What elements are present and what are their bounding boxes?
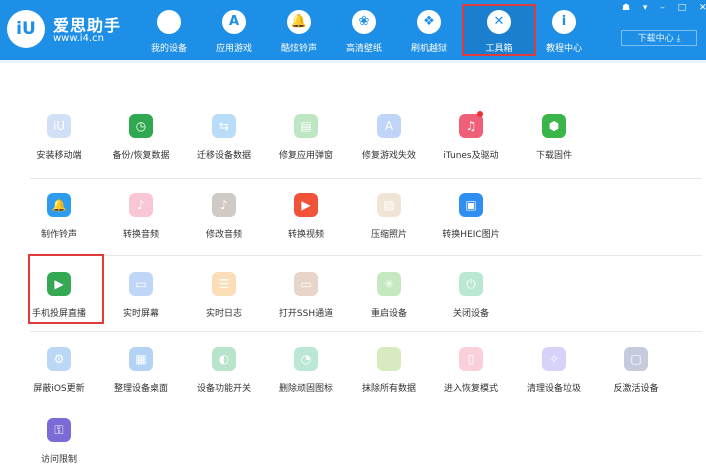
- nav-ringtones[interactable]: 🔔 酷炫铃声: [267, 0, 331, 60]
- video-convert-icon: ▶: [294, 193, 318, 217]
- tool-item[interactable]: ▯ 进入恢复模式: [426, 347, 516, 403]
- nav-apps-games[interactable]: A 应用游戏: [202, 0, 266, 60]
- app-store-icon: A: [222, 10, 246, 34]
- erase-apple-icon: [377, 347, 401, 371]
- broom-icon: ✧: [542, 347, 566, 371]
- tool-label: 转换HEIC图片: [442, 230, 500, 240]
- tool-label: 访问限制: [40, 455, 77, 465]
- realtime-screen-icon: ▭: [129, 272, 153, 296]
- nav-tutorials[interactable]: i 教程中心: [532, 0, 596, 60]
- tool-item[interactable]: ✳ 重启设备: [344, 272, 434, 328]
- tool-item[interactable]: ▣ 转换HEIC图片: [426, 193, 516, 249]
- tool-item[interactable]: ▭ 实时屏幕: [96, 272, 186, 328]
- nav-label: 教程中心: [545, 44, 582, 54]
- info-icon: i: [552, 10, 576, 34]
- tools-icon: ✕: [487, 10, 511, 34]
- selection-highlight: [28, 254, 104, 324]
- notification-dot: [477, 111, 483, 117]
- delete-icon-icon: ◔: [294, 347, 318, 371]
- tool-item[interactable]: ♫ iTunes及驱动: [426, 111, 516, 170]
- firmware-box-icon: ⬢: [542, 114, 566, 138]
- tool-item[interactable]: ☰ 实时日志: [179, 272, 269, 328]
- itunes-icon: ♫: [459, 114, 483, 138]
- tool-label: 关闭设备: [452, 309, 489, 319]
- tool-item[interactable]: ⚿ 访问限制: [14, 418, 104, 474]
- migrate-icon: ⇆: [212, 114, 236, 138]
- nav-wallpapers[interactable]: ❀ 高清壁纸: [332, 0, 396, 60]
- toggle-icon: ◐: [212, 347, 236, 371]
- flower-icon: ❀: [352, 10, 376, 34]
- block-update-icon: ⚙: [47, 347, 71, 371]
- nav-toolbox[interactable]: ✕ 工具箱: [467, 0, 531, 60]
- tool-label: 反激活设备: [613, 384, 659, 394]
- row-divider: [30, 255, 702, 256]
- subheader-strip: [0, 60, 706, 63]
- restriction-key-icon: ⚿: [47, 418, 71, 442]
- tool-item[interactable]: ♪ 转换音频: [96, 193, 186, 249]
- recovery-mode-icon: ▯: [459, 347, 483, 371]
- fix-popup-icon: ▤: [294, 114, 318, 138]
- realtime-log-icon: ☰: [212, 272, 236, 296]
- tool-item[interactable]: A 修复游戏失效: [344, 114, 434, 170]
- tool-label: 下载固件: [535, 151, 572, 161]
- nav-label: 我的设备: [150, 44, 187, 54]
- iu-app-icon: iU: [47, 114, 71, 138]
- row-divider: [30, 331, 702, 332]
- tool-item[interactable]: ◐ 设备功能开关: [179, 347, 269, 403]
- fix-game-icon: A: [377, 114, 401, 138]
- nav-label: 酷炫铃声: [280, 44, 317, 54]
- tool-item[interactable]: iU 安装移动端: [14, 114, 104, 170]
- nav-label: 刷机越狱: [410, 44, 447, 54]
- tool-item[interactable]: ◔ 删除顽固图标: [261, 347, 351, 403]
- audio-convert-icon: ♪: [129, 193, 153, 217]
- nav-label: 工具箱: [485, 44, 513, 54]
- download-center-button[interactable]: 下载中心 ⤓: [621, 30, 697, 46]
- nav-my-device[interactable]: 我的设备: [137, 0, 201, 60]
- nav-flash-jailbreak[interactable]: ❖ 刷机越狱: [397, 0, 461, 60]
- tool-item[interactable]: ▤ 修复应用弹窗: [261, 114, 351, 170]
- deactivate-icon: ▢: [624, 347, 648, 371]
- row-divider: [30, 178, 702, 179]
- tool-item[interactable]: 抹除所有数据: [344, 347, 434, 403]
- bell-icon: 🔔: [287, 10, 311, 34]
- audio-edit-icon: ♪: [212, 193, 236, 217]
- power-icon: ⏻: [459, 272, 483, 296]
- tool-item[interactable]: ▨ 压缩照片: [344, 193, 434, 249]
- bell-plus-icon: 🔔: [47, 193, 71, 217]
- dropbox-icon: ❖: [417, 10, 441, 34]
- tool-item[interactable]: ⇆ 迁移设备数据: [179, 114, 269, 170]
- apple-icon: [157, 10, 181, 34]
- backup-clock-icon: ◷: [129, 114, 153, 138]
- tool-item[interactable]: ▢ 反激活设备: [591, 347, 681, 403]
- tool-item[interactable]: ▦ 整理设备桌面: [96, 347, 186, 403]
- brand-url: www.i4.cn: [53, 33, 104, 44]
- restart-icon: ✳: [377, 272, 401, 296]
- brand-logo-icon: iU: [7, 10, 45, 48]
- heic-icon: ▣: [459, 193, 483, 217]
- tool-item[interactable]: ✧ 清理设备垃圾: [509, 347, 599, 403]
- ssh-icon: ▭: [294, 272, 318, 296]
- top-toolbar: iU 爱思助手 www.i4.cn 我的设备 A 应用游戏 🔔 酷炫铃声 ❀ 高…: [0, 0, 706, 60]
- tool-item[interactable]: ▶ 转换视频: [261, 193, 351, 249]
- tool-item[interactable]: ♪ 修改音频: [179, 193, 269, 249]
- nav-label: 应用游戏: [215, 44, 252, 54]
- tool-item[interactable]: ▭ 打开SSH通道: [261, 272, 351, 328]
- nav-label: 高清壁纸: [345, 44, 382, 54]
- tool-item[interactable]: ◷ 备份/恢复数据: [96, 114, 186, 170]
- tool-item[interactable]: 🔔 制作铃声: [14, 193, 104, 249]
- desktop-organize-icon: ▦: [129, 347, 153, 371]
- photo-compress-icon: ▨: [377, 193, 401, 217]
- tool-item[interactable]: ⚙ 屏蔽iOS更新: [14, 347, 104, 403]
- tool-item[interactable]: ⬢ 下载固件: [509, 114, 599, 170]
- window-controls[interactable]: ☗ ▾ – □ ✕: [622, 3, 706, 15]
- tool-item[interactable]: ⏻ 关闭设备: [426, 272, 516, 328]
